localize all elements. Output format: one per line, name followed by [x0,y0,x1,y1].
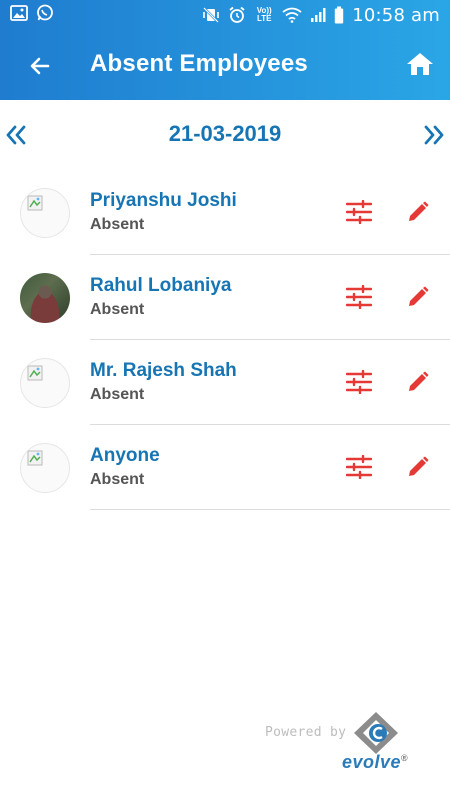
broken-image-icon [27,365,43,381]
employee-status: Absent [90,471,145,488]
employee-list: Priyanshu Joshi Absent Rahul Lobaniya Ab… [0,170,450,510]
filter-button[interactable] [345,453,373,481]
evolve-brand: evolve® [342,752,409,772]
sliders-icon [346,285,372,309]
employee-status: Absent [90,386,145,403]
edit-button[interactable] [404,198,432,226]
alarm-icon [228,6,246,24]
pencil-icon [409,371,429,391]
employee-name: Rahul Lobaniya [90,275,232,296]
signal-icon [310,7,326,23]
employee-name: Anyone [90,445,160,466]
pencil-icon [409,201,429,221]
edit-button[interactable] [404,368,432,396]
employee-status: Absent [90,216,145,233]
home-icon [407,53,433,75]
page-title: Absent Employees [90,50,308,77]
powered-by-footer: Powered by evolve® [262,710,432,780]
wifi-icon [282,7,302,23]
avatar [20,443,70,493]
next-date-button[interactable] [420,121,448,149]
employee-name: Mr. Rajesh Shah [90,360,237,381]
avatar [20,188,70,238]
list-item[interactable]: Mr. Rajesh Shah Absent [0,340,450,425]
broken-image-icon [27,450,43,466]
list-item[interactable]: Rahul Lobaniya Absent [0,255,450,340]
filter-button[interactable] [345,368,373,396]
chevrons-right-icon [424,125,444,145]
app-bar: Absent Employees [0,30,450,100]
whatsapp-icon [36,4,54,27]
home-button[interactable] [404,48,436,80]
status-bar: Vo)) LTE 10:58 am [0,0,450,30]
edit-button[interactable] [404,283,432,311]
list-item[interactable]: Priyanshu Joshi Absent [0,170,450,255]
employee-status: Absent [90,301,145,318]
powered-by-text: Powered by [265,725,347,740]
sliders-icon [346,370,372,394]
sliders-icon [346,200,372,224]
sliders-icon [346,455,372,479]
evolve-logo-icon [354,712,398,754]
battery-icon [334,6,344,24]
edit-button[interactable] [404,453,432,481]
list-item[interactable]: Anyone Absent [0,425,450,510]
app-header: Vo)) LTE 10:58 am Absent Employees [0,0,450,100]
pencil-icon [409,286,429,306]
pencil-icon [409,456,429,476]
filter-button[interactable] [345,283,373,311]
image-icon [10,4,28,26]
clock-time: 10:58 am [352,4,440,26]
date-navigator: 21-03-2019 [0,105,450,163]
mute-vibrate-icon [202,6,220,24]
back-button[interactable] [24,50,56,82]
volte-icon: Vo)) LTE [256,6,272,23]
arrow-left-icon [30,57,50,75]
row-divider [90,509,450,510]
current-date: 21-03-2019 [168,121,282,146]
employee-name: Priyanshu Joshi [90,190,237,211]
broken-image-icon [27,195,43,211]
avatar [20,358,70,408]
previous-date-button[interactable] [2,121,30,149]
chevrons-left-icon [6,125,26,145]
avatar [20,273,70,323]
filter-button[interactable] [345,198,373,226]
